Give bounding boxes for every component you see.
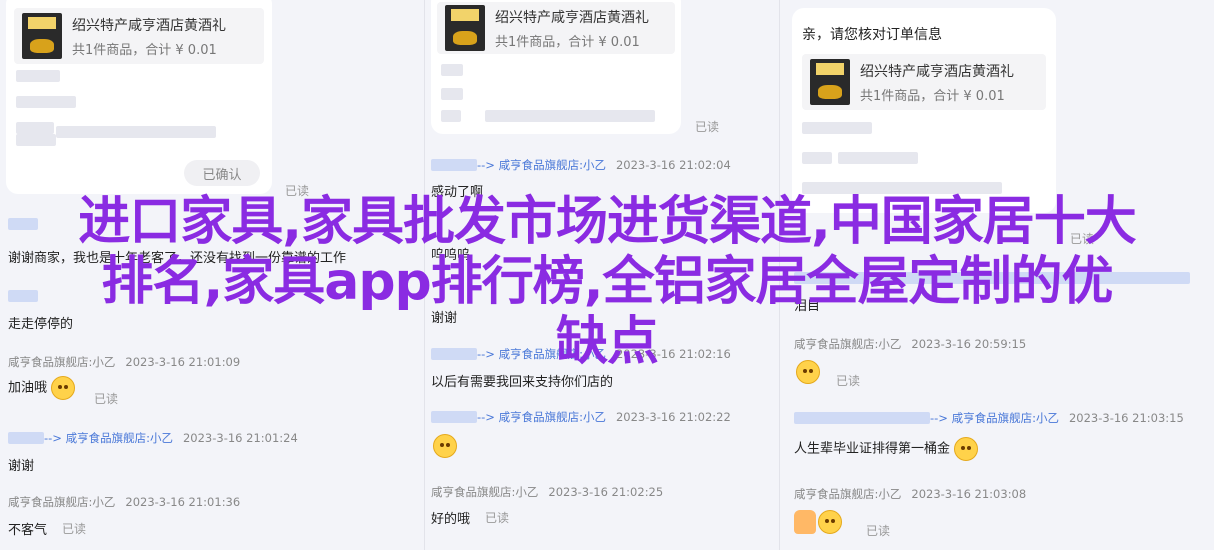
product-card[interactable]: 绍兴特产咸亨酒店黄酒礼 共1件商品，合计 ¥ 0.01 [14,8,264,64]
thumbs-up-icon [794,510,816,534]
redacted-text [441,64,463,76]
wow-emoji-icon [433,434,457,458]
product-thumbnail [810,59,850,105]
message-text: 好的哦 [431,512,471,527]
redacted-name [431,159,477,171]
redacted-name [431,411,477,423]
redacted-text [56,126,216,138]
message-meta: 咸亨食品旗舰店:小乙 2023-3-16 21:02:25 [431,485,664,499]
message-text: 加油哦 [8,376,76,400]
redacted-text [16,96,76,108]
redacted-text [441,110,461,122]
redacted-text [485,110,655,122]
product-thumbnail [445,5,485,51]
redacted-text [441,88,463,100]
product-price: 共1件商品，合计 ¥ 0.01 [495,34,640,50]
headline-line-1: 进口家具,家具批发市场进货渠道,中国家居十大 [78,192,1137,252]
redacted-text [16,134,56,146]
product-card[interactable]: 绍兴特产咸亨酒店黄酒礼 共1件商品，合计 ¥ 0.01 [802,54,1046,110]
message-meta: --> 咸亨食品旗舰店:小乙 2023-3-16 21:02:04 [431,157,731,173]
product-title: 绍兴特产咸亨酒店黄酒礼 [860,63,1014,80]
redacted-text [16,70,60,82]
message-meta: --> 咸亨食品旗舰店:小乙 2023-3-16 21:01:24 [8,430,298,446]
product-price: 共1件商品，合计 ¥ 0.01 [860,88,1005,104]
product-card[interactable]: 绍兴特产咸亨酒店黄酒礼 共1件商品，合计 ¥ 0.01 [437,2,675,54]
headline-overlay: 进口家具,家具批发市场进货渠道,中国家居十大 排名,家具app排行榜,全铝家居全… [22,192,1192,372]
smile-emoji-icon [51,376,76,400]
read-status: 已读 [94,392,119,406]
read-status: 已读 [866,524,891,538]
thinking-emoji-icon [818,510,842,534]
read-status: 已读 [62,522,87,536]
redacted-text [802,152,832,164]
redacted-name [794,412,930,424]
message-text: 谢谢 [8,459,35,474]
message-meta: --> 咸亨食品旗舰店:小乙 2023-3-16 21:02:22 [431,409,731,425]
order-bubble: 绍兴特产咸亨酒店黄酒礼 共1件商品，合计 ¥ 0.01 已确认 [6,0,272,194]
product-price: 共1件商品，合计 ¥ 0.01 [72,42,217,58]
confirm-button[interactable]: 已确认 [184,160,260,186]
message-meta: 咸亨食品旗舰店:小乙 2023-3-16 21:03:08 [794,487,1027,501]
sweat-emoji-icon [954,437,979,461]
message-meta: 咸亨食品旗舰店:小乙 2023-3-16 21:01:36 [8,495,241,509]
redacted-text [16,122,54,134]
redacted-text [802,122,872,134]
message-text: 人生辈毕业证排得第一桶金 [794,437,979,461]
product-title: 绍兴特产咸亨酒店黄酒礼 [495,9,649,26]
order-bubble: 亲，请您核对订单信息 绍兴特产咸亨酒店黄酒礼 共1件商品，合计 ¥ 0.01 [792,8,1056,213]
read-status: 已读 [695,120,720,134]
product-title: 绍兴特产咸亨酒店黄酒礼 [72,17,226,34]
redacted-name [8,432,44,444]
order-bubble: 绍兴特产咸亨酒店黄酒礼 共1件商品，合计 ¥ 0.01 [431,0,681,134]
read-status: 已读 [836,374,861,388]
product-thumbnail [22,13,62,59]
message-text: 以后有需要我回来支持你们店的 [431,375,614,390]
headline-line-2: 排名,家具app排行榜,全铝家居全屋定制的优 [101,252,1113,312]
read-status: 已读 [485,511,510,525]
redacted-text [838,152,918,164]
message-text: 不客气 [8,523,48,538]
message-meta: --> 咸亨食品旗舰店:小乙 2023-3-16 21:03:15 [794,410,1184,426]
headline-line-3: 缺点 [555,312,659,372]
order-greeting: 亲，请您核对订单信息 [802,27,942,43]
emoji-message [794,510,842,534]
